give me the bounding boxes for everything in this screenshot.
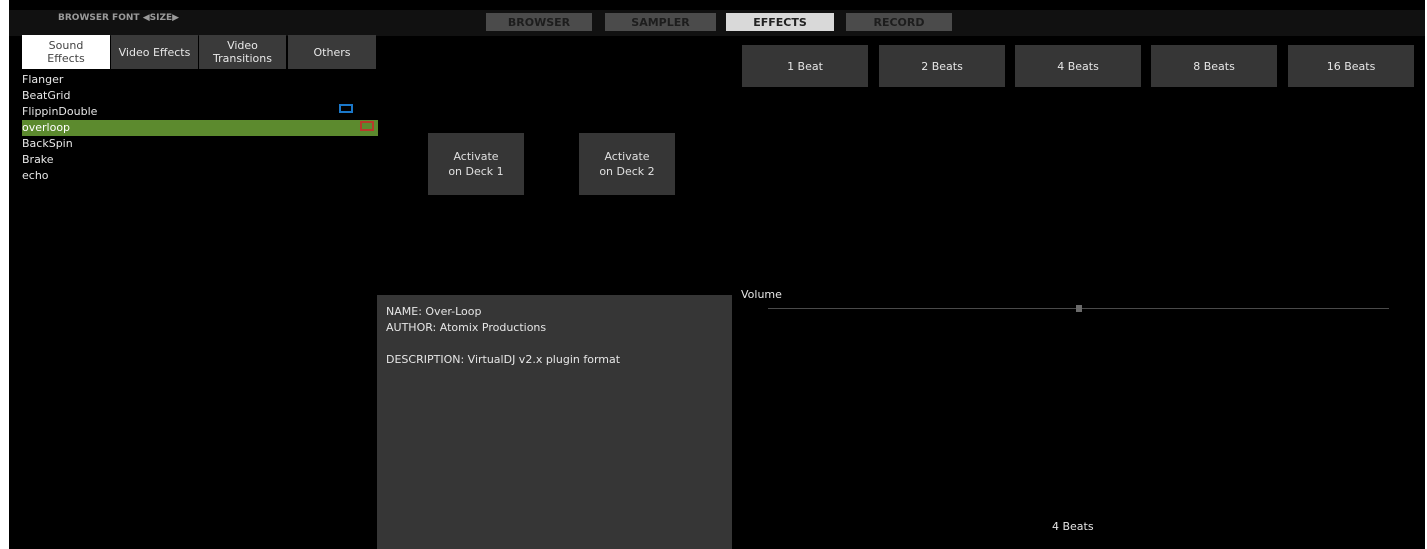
deck1-marker-icon bbox=[339, 104, 353, 113]
tab-effects[interactable]: EFFECTS bbox=[726, 13, 834, 31]
effects-list: Flanger BeatGrid FlippinDouble overloop … bbox=[22, 72, 378, 184]
list-item[interactable]: echo bbox=[22, 168, 378, 184]
button-line: Activate bbox=[604, 150, 650, 163]
tab-record[interactable]: RECORD bbox=[846, 13, 952, 31]
subtab-video-effects[interactable]: Video Effects bbox=[111, 35, 198, 69]
beat-8-button[interactable]: 8 Beats bbox=[1151, 45, 1277, 87]
list-item-selected[interactable]: overloop bbox=[22, 120, 378, 136]
top-bar bbox=[9, 10, 1425, 36]
size-increase-icon[interactable]: ▶ bbox=[172, 13, 179, 23]
subtab-line: Video Effects bbox=[118, 45, 191, 59]
browser-font-control: BROWSER FONT ◀SIZE▶ bbox=[58, 13, 179, 23]
subtab-line: Effects bbox=[47, 52, 85, 65]
effect-description: DESCRIPTION: VirtualDJ v2.x plugin forma… bbox=[386, 353, 621, 366]
subtab-sound-effects[interactable]: Sound Effects bbox=[22, 35, 110, 69]
subtab-video-transitions[interactable]: Video Transitions bbox=[199, 35, 286, 69]
volume-slider-handle[interactable] bbox=[1076, 305, 1082, 312]
beat-1-button[interactable]: 1 Beat bbox=[742, 45, 868, 87]
list-item[interactable]: BeatGrid bbox=[22, 88, 378, 104]
size-label: SIZE bbox=[149, 13, 173, 23]
list-item[interactable]: Flanger bbox=[22, 72, 378, 88]
button-line: Activate bbox=[453, 150, 499, 163]
subtab-others[interactable]: Others bbox=[288, 35, 376, 69]
activate-deck1-button[interactable]: Activate on Deck 1 bbox=[428, 133, 524, 195]
tab-sampler[interactable]: SAMPLER bbox=[605, 13, 716, 31]
volume-label: Volume bbox=[741, 288, 782, 301]
beat-4-button[interactable]: 4 Beats bbox=[1015, 45, 1141, 87]
app-window: BROWSER FONT ◀SIZE▶ BROWSER SAMPLER EFFE… bbox=[0, 0, 1427, 549]
button-line: on Deck 1 bbox=[448, 165, 504, 178]
browser-font-label: BROWSER FONT bbox=[58, 13, 140, 23]
beat-16-button[interactable]: 16 Beats bbox=[1288, 45, 1414, 87]
effect-name: NAME: Over-Loop bbox=[386, 305, 482, 318]
effect-info-panel: NAME: Over-Loop AUTHOR: Atomix Productio… bbox=[377, 295, 732, 549]
list-item[interactable]: FlippinDouble bbox=[22, 104, 378, 120]
button-line: on Deck 2 bbox=[599, 165, 655, 178]
beat-2-button[interactable]: 2 Beats bbox=[879, 45, 1005, 87]
tab-browser[interactable]: BROWSER bbox=[486, 13, 592, 31]
beat-value-label: 4 Beats bbox=[1052, 520, 1094, 533]
subtab-line: Others bbox=[313, 45, 351, 59]
size-decrease-icon[interactable]: ◀ bbox=[143, 13, 150, 23]
list-item[interactable]: Brake bbox=[22, 152, 378, 168]
activate-deck2-button[interactable]: Activate on Deck 2 bbox=[579, 133, 675, 195]
list-item[interactable]: BackSpin bbox=[22, 136, 378, 152]
subtab-line: Video bbox=[227, 39, 258, 52]
effect-author: AUTHOR: Atomix Productions bbox=[386, 321, 547, 334]
subtab-line: Transitions bbox=[213, 52, 272, 65]
subtab-line: Sound bbox=[48, 39, 84, 52]
deck2-marker-icon bbox=[360, 121, 374, 131]
